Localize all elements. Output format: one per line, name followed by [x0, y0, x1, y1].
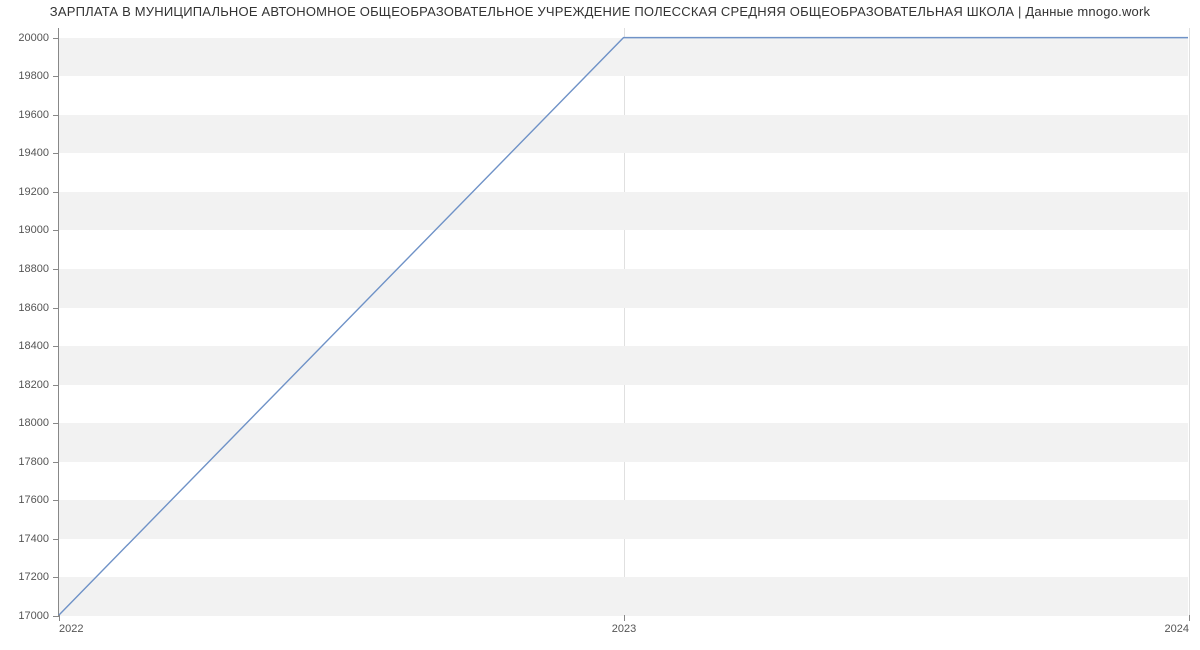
y-tick-label: 19400 — [18, 147, 49, 159]
y-tick-label: 18600 — [18, 302, 49, 314]
y-tick-label: 17600 — [18, 494, 49, 506]
y-tick — [53, 269, 59, 270]
y-tick — [53, 462, 59, 463]
y-tick-label: 17800 — [18, 456, 49, 468]
y-tick — [53, 346, 59, 347]
y-tick-label: 18800 — [18, 263, 49, 275]
y-tick-label: 17200 — [18, 571, 49, 583]
chart-container: ЗАРПЛАТА В МУНИЦИПАЛЬНОЕ АВТОНОМНОЕ ОБЩЕ… — [0, 0, 1200, 650]
x-tick — [1189, 615, 1190, 621]
x-tick-label: 2022 — [59, 623, 83, 635]
x-tick-label: 2023 — [612, 623, 636, 635]
y-tick-label: 17000 — [18, 610, 49, 622]
y-tick — [53, 423, 59, 424]
y-tick — [53, 76, 59, 77]
y-tick — [53, 308, 59, 309]
y-tick-label: 18400 — [18, 340, 49, 352]
y-tick — [53, 577, 59, 578]
y-tick-label: 18000 — [18, 417, 49, 429]
x-gridline — [1189, 28, 1190, 615]
plot-area: 1700017200174001760017800180001820018400… — [58, 28, 1188, 616]
y-tick — [53, 500, 59, 501]
x-tick — [624, 615, 625, 621]
y-tick — [53, 385, 59, 386]
y-tick — [53, 539, 59, 540]
y-tick — [53, 115, 59, 116]
y-tick-label: 19200 — [18, 186, 49, 198]
y-tick-label: 17400 — [18, 533, 49, 545]
y-tick-label: 20000 — [18, 32, 49, 44]
x-tick — [59, 615, 60, 621]
y-tick-label: 19600 — [18, 109, 49, 121]
x-tick-label: 2024 — [1165, 623, 1189, 635]
y-tick — [53, 192, 59, 193]
y-tick — [53, 230, 59, 231]
y-tick — [53, 38, 59, 39]
y-tick — [53, 153, 59, 154]
y-tick-label: 19800 — [18, 70, 49, 82]
y-tick-label: 18200 — [18, 379, 49, 391]
chart-title: ЗАРПЛАТА В МУНИЦИПАЛЬНОЕ АВТОНОМНОЕ ОБЩЕ… — [0, 4, 1200, 19]
y-tick-label: 19000 — [18, 224, 49, 236]
line-series — [59, 28, 1188, 615]
